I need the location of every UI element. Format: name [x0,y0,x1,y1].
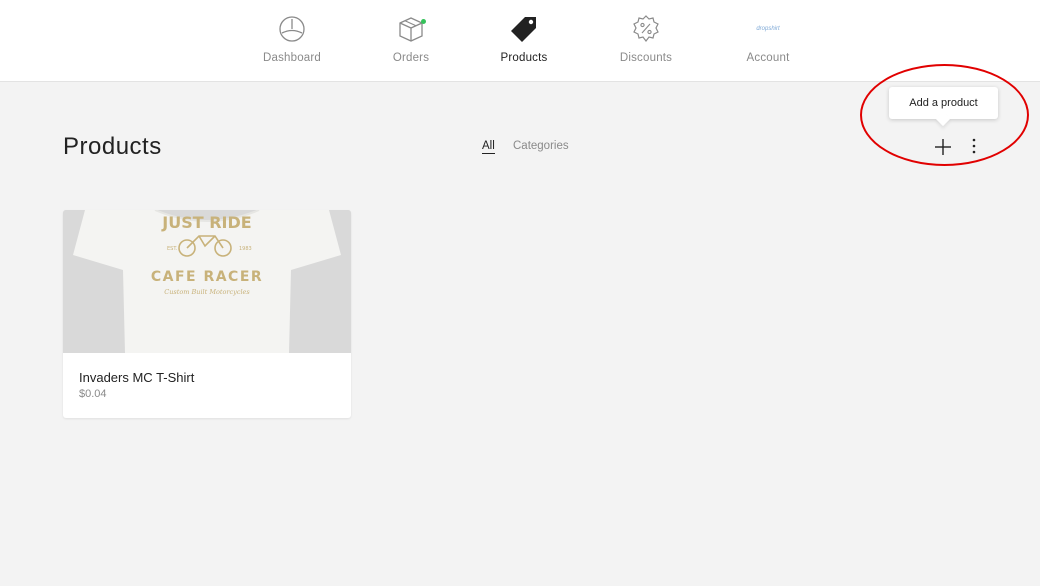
product-name: Invaders MC T-Shirt [79,370,195,385]
orders-box-icon [396,14,426,44]
highlight-annotation-ring [860,64,1029,166]
nav-label: Account [746,52,790,64]
nav-label: Orders [392,52,430,64]
nav-item-products[interactable]: Products [474,14,574,66]
dashboard-gauge-icon [277,14,307,44]
print-line-arc: JUST RIDE [161,213,251,232]
print-line-tagline: Custom Built Motorcycles [164,288,250,296]
nav-item-dashboard[interactable]: Dashboard [242,14,342,66]
nav-label: Discounts [619,52,673,64]
print-line-title: CAFE RACER [151,269,263,285]
tab-all[interactable]: All [482,140,495,154]
discount-badge-icon [631,14,661,44]
price-tag-icon [509,14,539,44]
tab-categories[interactable]: Categories [513,140,569,152]
product-price: $0.04 [79,388,107,400]
print-line-est: EST. [167,246,178,252]
tshirt-image: JUST RIDE EST. 1983 CAFE RACER Custom Bu… [63,210,351,353]
new-activity-dot [421,19,426,24]
nav-item-account[interactable]: dropshirt Account [718,14,818,66]
page-title: Products [63,133,162,160]
nav-label: Dashboard [262,52,322,64]
store-logo-icon: dropshirt [756,26,780,32]
nav-item-orders[interactable]: Orders [361,14,461,66]
product-card[interactable]: JUST RIDE EST. 1983 CAFE RACER Custom Bu… [63,210,351,418]
nav-label: Products [500,52,548,64]
product-image: JUST RIDE EST. 1983 CAFE RACER Custom Bu… [63,210,351,353]
print-line-year: 1983 [239,246,252,252]
top-navigation: Dashboard Orders Products Discounts drop… [0,0,1040,82]
nav-item-discounts[interactable]: Discounts [596,14,696,66]
